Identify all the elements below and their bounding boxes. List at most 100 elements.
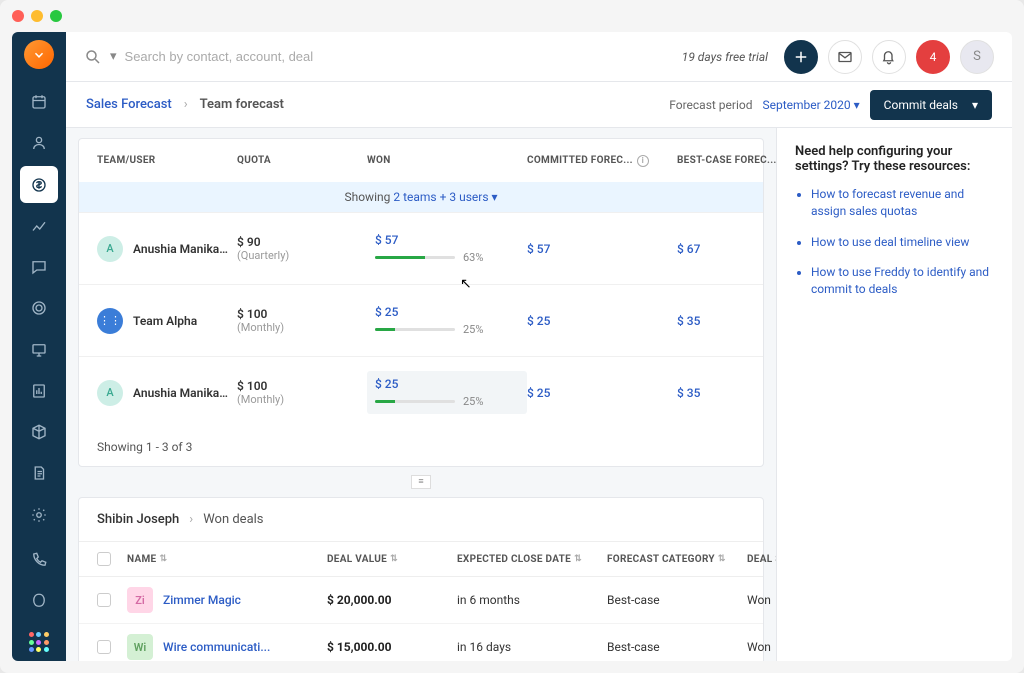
app-logo[interactable] — [24, 40, 54, 69]
notification-badge[interactable]: 4 — [916, 40, 950, 74]
deal-category: Best-case — [607, 640, 747, 654]
forecast-row[interactable]: A Anushia Manika... $ 100(Monthly) $ 25 … — [79, 356, 763, 428]
col-team[interactable]: TEAM/USER — [97, 151, 237, 170]
quota-frequency: (Quarterly) — [237, 249, 367, 262]
committed-amount[interactable]: $ 25 — [527, 314, 677, 328]
breadcrumb: Sales Forecast › Team forecast Forecast … — [66, 82, 1012, 128]
won-amount[interactable]: $ 25 — [375, 305, 519, 319]
quota-amount: $ 90 — [237, 235, 367, 249]
col-value[interactable]: DEAL VALUE⇅ — [327, 552, 457, 566]
user-avatar: A — [97, 236, 123, 262]
bestcase-amount[interactable]: $ 35 — [677, 314, 776, 328]
deal-value: $ 20,000.00 — [327, 593, 457, 607]
col-category[interactable]: FORECAST CATEGORY⇅ — [607, 552, 747, 566]
help-link[interactable]: How to use deal timeline view — [811, 234, 994, 251]
deal-row[interactable]: Zi Zimmer Magic $ 20,000.00 in 6 months … — [79, 577, 763, 624]
deal-category: Best-case — [607, 593, 747, 607]
breadcrumb-current: Team forecast — [200, 97, 284, 112]
col-committed[interactable]: COMMITTED FOREC...i — [527, 151, 677, 170]
nav-phone[interactable] — [20, 541, 58, 578]
row-checkbox[interactable] — [97, 593, 111, 607]
bestcase-amount[interactable]: $ 35 — [677, 386, 776, 400]
col-bestcase[interactable]: BEST-CASE FOREC...i — [677, 151, 776, 170]
deal-close-date: in 16 days — [457, 640, 607, 654]
deal-name-link[interactable]: Wire communicati... — [163, 640, 270, 654]
nav-documents[interactable] — [20, 455, 58, 492]
nav-deals[interactable] — [20, 166, 58, 203]
deal-avatar: Wi — [127, 634, 153, 660]
showing-banner: Showing 2 teams + 3 users ▾ — [79, 182, 763, 212]
breadcrumb-root[interactable]: Sales Forecast — [86, 97, 172, 112]
forecast-table: TEAM/USER QUOTA WON COMMITTED FOREC...i … — [78, 138, 764, 467]
bell-icon[interactable] — [872, 40, 906, 74]
deals-section: Won deals — [203, 512, 263, 527]
forecast-row[interactable]: A Anushia Manika... $ 90(Quarterly) $ 57… — [79, 212, 763, 284]
search-filter-dropdown[interactable]: ▾ — [110, 49, 117, 64]
search-input[interactable] — [125, 49, 365, 64]
nav-apps[interactable] — [20, 624, 58, 661]
col-quota[interactable]: QUOTA — [237, 151, 367, 170]
sort-icon: ⇅ — [390, 556, 398, 562]
row-checkbox[interactable] — [97, 640, 111, 654]
period-dropdown[interactable]: September 2020 ▾ — [763, 98, 860, 112]
deal-stage: Won — [747, 593, 776, 607]
deal-row[interactable]: Wi Wire communicati... $ 15,000.00 in 16… — [79, 624, 763, 661]
panel-resize-handle[interactable]: ≡ — [411, 475, 431, 489]
won-amount[interactable]: $ 25 — [375, 377, 519, 391]
bestcase-amount[interactable]: $ 67 — [677, 242, 776, 256]
nav-presentation[interactable] — [20, 331, 58, 368]
mail-icon[interactable] — [828, 40, 862, 74]
teams-users-filter[interactable]: 2 teams + 3 users ▾ — [393, 190, 497, 204]
maximize-window-icon[interactable] — [50, 10, 62, 22]
won-amount[interactable]: $ 57 — [375, 233, 519, 247]
forecast-row[interactable]: ⋮⋮ Team Alpha $ 100(Monthly) $ 25 25% $ … — [79, 284, 763, 356]
topbar: ▾ 19 days free trial 4 S — [66, 32, 1012, 82]
user-name: Team Alpha — [133, 314, 197, 328]
nav-chat[interactable] — [20, 248, 58, 285]
help-link[interactable]: How to forecast revenue and assign sales… — [811, 186, 994, 220]
select-all-checkbox[interactable] — [97, 552, 111, 566]
committed-amount[interactable]: $ 25 — [527, 386, 677, 400]
minimize-window-icon[interactable] — [31, 10, 43, 22]
user-name: Anushia Manika... — [133, 242, 228, 256]
close-window-icon[interactable] — [12, 10, 24, 22]
nav-freddy[interactable] — [20, 582, 58, 619]
col-name[interactable]: NAME⇅ — [127, 552, 327, 566]
commit-deals-button[interactable]: Commit deals ▾ — [870, 90, 992, 120]
won-percent: 25% — [463, 323, 483, 336]
nav-target[interactable] — [20, 290, 58, 327]
user-avatar[interactable]: S — [960, 40, 994, 74]
user-avatar: ⋮⋮ — [97, 308, 123, 334]
deal-name-link[interactable]: Zimmer Magic — [163, 593, 241, 607]
nav-settings[interactable] — [20, 496, 58, 533]
quota-amount: $ 100 — [237, 307, 367, 321]
deals-user: Shibin Joseph — [97, 512, 179, 527]
nav-contacts[interactable] — [20, 125, 58, 162]
nav-calendar[interactable] — [20, 83, 58, 120]
help-panel: Need help configuring your settings? Try… — [776, 128, 1012, 661]
info-icon[interactable]: i — [637, 155, 649, 167]
new-button[interactable] — [784, 40, 818, 74]
nav-analytics[interactable] — [20, 207, 58, 244]
quota-frequency: (Monthly) — [237, 393, 367, 406]
deal-close-date: in 6 months — [457, 593, 607, 607]
won-progress-bar — [375, 328, 455, 331]
trial-badge: 19 days free trial — [682, 50, 768, 64]
nav-products[interactable] — [20, 413, 58, 450]
search-icon[interactable] — [84, 48, 102, 66]
chevron-right-icon: › — [184, 97, 188, 112]
help-link[interactable]: How to use Freddy to identify and commit… — [811, 264, 994, 298]
deal-avatar: Zi — [127, 587, 153, 613]
col-won[interactable]: WON — [367, 151, 527, 170]
col-close[interactable]: EXPECTED CLOSE DATE⇅ — [457, 552, 607, 566]
quota-frequency: (Monthly) — [237, 321, 367, 334]
won-progress-bar — [375, 400, 455, 403]
nav-reports[interactable] — [20, 372, 58, 409]
deal-stage: Won — [747, 640, 776, 654]
user-name: Anushia Manika... — [133, 386, 228, 400]
committed-amount[interactable]: $ 57 — [527, 242, 677, 256]
sort-icon: ⇅ — [159, 556, 167, 562]
won-percent: 25% — [463, 395, 483, 408]
col-stage[interactable]: DEAL STAGE⇅ — [747, 552, 776, 566]
won-progress-bar — [375, 256, 455, 259]
